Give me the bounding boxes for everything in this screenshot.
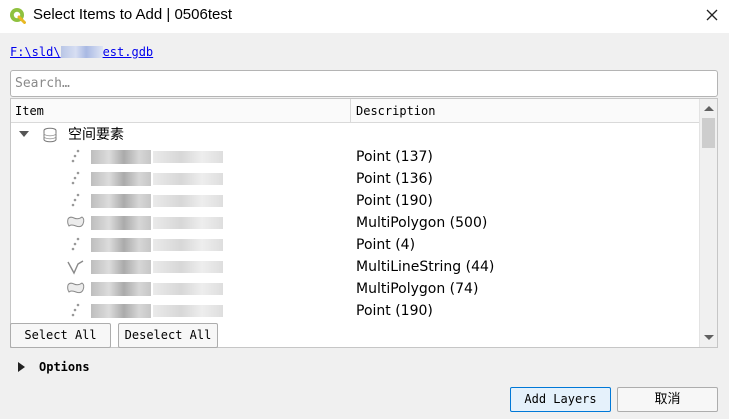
window-title: Select Items to Add | 0506test	[33, 6, 233, 23]
path-redacted	[60, 46, 103, 58]
column-header-item[interactable]: Item	[11, 99, 351, 123]
layer-description: Point (190)	[356, 193, 433, 209]
layer-description: MultiPolygon (74)	[356, 281, 479, 297]
layer-name-redacted	[91, 236, 231, 254]
expand-arrow-icon[interactable]	[19, 131, 29, 137]
point-layer-icon	[71, 303, 80, 317]
layer-name-redacted	[91, 192, 231, 210]
vertical-scrollbar[interactable]	[699, 99, 717, 347]
tree-rows: 空间要素 Point (137) Point (136) Point (190)…	[11, 124, 699, 347]
dialog-body: F:\sld\ est.gdb Item Description 空间要素	[0, 33, 729, 419]
layer-row[interactable]: MultiPolygon (500)	[11, 212, 699, 234]
column-header-description[interactable]: Description	[352, 99, 699, 123]
layer-row[interactable]: Point (136)	[11, 168, 699, 190]
layer-description: Point (136)	[356, 171, 433, 187]
cancel-button[interactable]: 取消	[617, 387, 718, 412]
database-icon	[43, 127, 57, 143]
scroll-up-arrow-icon[interactable]	[704, 106, 714, 111]
deselect-all-button[interactable]: Deselect All	[118, 323, 218, 348]
point-layer-icon	[71, 193, 80, 207]
layer-row[interactable]: Point (190)	[11, 300, 699, 322]
layer-row[interactable]: Point (137)	[11, 146, 699, 168]
gdb-path-link[interactable]: F:\sld\ est.gdb	[10, 45, 153, 59]
layer-row[interactable]: MultiPolygon (74)	[11, 278, 699, 300]
expand-right-arrow-icon[interactable]	[18, 362, 25, 372]
group-label: 空间要素	[68, 127, 124, 143]
layer-row[interactable]: Point (4)	[11, 234, 699, 256]
search-input[interactable]	[10, 70, 718, 97]
qgis-icon	[10, 8, 26, 24]
layer-name-redacted	[91, 170, 231, 188]
tree-group-row[interactable]: 空间要素	[11, 124, 699, 146]
line-layer-icon	[67, 260, 84, 275]
layer-tree: Item Description 空间要素 Point (137) Point …	[10, 98, 718, 348]
title-bar: Select Items to Add | 0506test	[0, 0, 729, 33]
path-suffix: est.gdb	[102, 45, 154, 59]
layer-description: Point (4)	[356, 237, 416, 253]
close-icon[interactable]	[701, 4, 723, 26]
scroll-down-arrow-icon[interactable]	[704, 335, 714, 340]
point-layer-icon	[71, 149, 80, 163]
scrollbar-thumb[interactable]	[702, 118, 715, 148]
layer-name-redacted	[91, 148, 231, 166]
layer-description: Point (137)	[356, 149, 433, 165]
layer-name-redacted	[91, 280, 231, 298]
tree-header: Item Description	[11, 99, 699, 123]
select-all-button[interactable]: Select All	[10, 323, 111, 348]
add-layers-button[interactable]: Add Layers	[510, 387, 611, 412]
point-layer-icon	[71, 171, 80, 185]
layer-description: MultiPolygon (500)	[356, 215, 488, 231]
path-prefix: F:\sld\	[10, 45, 61, 59]
layer-name-redacted	[91, 258, 231, 276]
point-layer-icon	[71, 237, 80, 251]
polygon-layer-icon	[67, 216, 85, 228]
layer-description: MultiLineString (44)	[356, 259, 495, 275]
layer-name-redacted	[91, 302, 231, 320]
layer-name-redacted	[91, 214, 231, 232]
layer-row[interactable]: Point (190)	[11, 190, 699, 212]
layer-row[interactable]: MultiLineString (44)	[11, 256, 699, 278]
polygon-layer-icon	[67, 282, 85, 294]
options-label[interactable]: Options	[39, 358, 90, 376]
layer-description: Point (190)	[356, 303, 433, 319]
